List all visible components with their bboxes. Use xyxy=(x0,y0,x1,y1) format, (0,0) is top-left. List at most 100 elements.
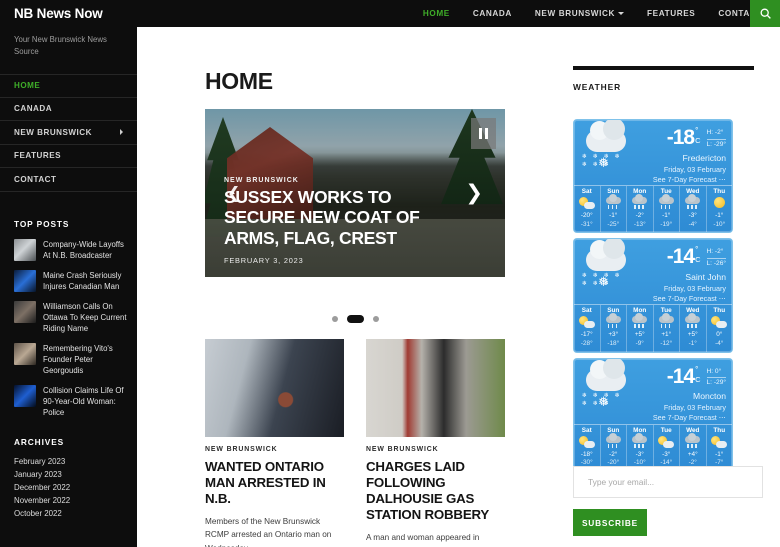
top-post-title[interactable]: Remembering Vito's Founder Peter Georgou… xyxy=(43,343,127,376)
forecast-day-name: Sat xyxy=(581,307,592,315)
topnav-item-features[interactable]: FEATURES xyxy=(647,9,695,18)
archive-item[interactable]: December 2022 xyxy=(14,482,123,495)
article-card[interactable]: NEW BRUNSWICK WANTED ONTARIO MAN ARRESTE… xyxy=(205,339,344,547)
forecast-day[interactable]: Sun +3° -18° xyxy=(601,305,627,352)
archive-item[interactable]: February 2023 xyxy=(14,456,123,469)
forecast-high: -1° xyxy=(609,212,618,219)
rain-cloud-icon xyxy=(627,432,653,450)
rain-cloud-icon xyxy=(654,194,680,211)
weather-card-info: -14 ° C H: -2° L: -26° Saint John Friday… xyxy=(640,244,726,304)
forecast-day[interactable]: Thu 0° -4° xyxy=(707,305,733,351)
forecast-high: +3° xyxy=(608,331,619,339)
weather-card-info: -18 ° C H: -2° L: -29° Fredericton Frida… xyxy=(640,125,726,185)
forecast-day[interactable]: Thu -1° -10° xyxy=(707,186,733,232)
list-item[interactable]: Williamson Calls On Ottawa To Keep Curre… xyxy=(14,300,127,334)
weather-forecast-row: Sat -17° -28° Sun +3° -18° Mon +5° -9° T… xyxy=(574,304,733,352)
list-item[interactable]: Maine Crash Seriously Injures Canadian M… xyxy=(14,269,127,292)
subscribe-widget: SUBSCRIBE xyxy=(573,466,763,536)
sidebar-item-features[interactable]: FEATURES xyxy=(0,145,137,169)
forecast-day[interactable]: Wed -3° -4° xyxy=(680,186,707,233)
weather-forecast-link[interactable]: See 7-Day Forecast ⋯ xyxy=(640,294,726,303)
forecast-low: -18° xyxy=(607,339,620,347)
forecast-high: -1° xyxy=(662,212,671,219)
archive-item[interactable]: January 2023 xyxy=(14,469,123,482)
rain-cloud-icon xyxy=(627,313,653,330)
topnav-item-home[interactable]: HOME xyxy=(423,9,450,18)
forecast-day[interactable]: Sat -17° -28° xyxy=(574,305,601,352)
forecast-high: +5° xyxy=(634,331,645,339)
topnav-item-new-brunswick[interactable]: NEW BRUNSWICK xyxy=(535,9,625,18)
sidebar-item-new-brunswick[interactable]: NEW BRUNSWICK xyxy=(0,121,137,145)
subscribe-button[interactable]: SUBSCRIBE xyxy=(573,509,647,536)
article-title[interactable]: CHARGES LAID FOLLOWING DALHOUSIE GAS STA… xyxy=(366,459,505,523)
slider-next-arrow[interactable]: ❯ xyxy=(465,182,483,204)
weather-date: Friday, 03 February xyxy=(663,403,726,413)
topnav-item-canada[interactable]: CANADA xyxy=(473,9,512,18)
article-card[interactable]: NEW BRUNSWICK CHARGES LAID FOLLOWING DAL… xyxy=(366,339,505,547)
forecast-day[interactable]: Tue -3° -14° xyxy=(654,424,680,471)
slider-dot-1[interactable] xyxy=(331,316,338,322)
forecast-low: -28° xyxy=(580,339,593,347)
weather-temperature: -18 xyxy=(666,126,695,149)
top-post-title[interactable]: Collision Claims Life Of 90-Year-Old Wom… xyxy=(43,385,127,418)
forecast-day[interactable]: Sat -20° -31° xyxy=(574,186,601,233)
list-item[interactable]: Collision Claims Life Of 90-Year-Old Wom… xyxy=(14,385,127,418)
weather-city: Saint John xyxy=(685,272,726,283)
sidebar-item-features-label: FEATURES xyxy=(14,151,62,161)
snowflake-large-icon: ❅ xyxy=(598,394,609,410)
rain-cloud-icon xyxy=(601,313,627,330)
weather-high: H: 0° xyxy=(706,367,726,379)
forecast-day[interactable]: Wed +4° -2° xyxy=(680,424,707,471)
forecast-day[interactable]: Mon -3° -10° xyxy=(627,424,654,471)
forecast-day[interactable]: Mon -2° -13° xyxy=(627,186,654,233)
article-card-grid: NEW BRUNSWICK WANTED ONTARIO MAN ARRESTE… xyxy=(205,339,547,547)
weather-card-saint-john[interactable]: ❄ ❄ ❄ ❄ ❄ ❄ ❄ ❅ -14 ° C H: -2° L: -26° S… xyxy=(573,238,733,353)
forecast-day-name: Thu xyxy=(713,188,726,195)
pause-icon-bar xyxy=(485,128,488,139)
weather-card-fredericton[interactable]: ❄ ❄ ❄ ❄ ❄ ❄ ❄ ❅ -18 ° C H: -2° L: -29° F… xyxy=(573,119,733,234)
search-button[interactable] xyxy=(750,0,780,27)
forecast-day[interactable]: Sun -1° -25° xyxy=(601,186,627,233)
article-title[interactable]: WANTED ONTARIO MAN ARRESTED IN N.B. xyxy=(205,459,344,507)
forecast-day[interactable]: Thu -1° -7° xyxy=(707,425,733,471)
article-thumbnail-image[interactable] xyxy=(205,339,344,437)
weather-card-moncton[interactable]: ❄ ❄ ❄ ❄ ❄ ❄ ❄ ❅ -14 ° C H: 0° L: -29° Mo… xyxy=(573,357,733,472)
brand-zone: NB News Now xyxy=(0,6,137,21)
article-thumbnail-image[interactable] xyxy=(366,339,505,437)
slide-category[interactable]: NEW BRUNSWICK xyxy=(224,177,457,184)
weather-forecast-link[interactable]: See 7-Day Forecast ⋯ xyxy=(640,175,726,184)
weather-high: H: -2° xyxy=(706,247,726,260)
slider-pause-button[interactable] xyxy=(471,118,496,149)
forecast-day[interactable]: Tue +1° -12° xyxy=(654,305,680,352)
featured-slider[interactable]: ❮ ❯ NEW BRUNSWICK SUSSEX WORKS TO SECURE… xyxy=(205,109,505,277)
forecast-day[interactable]: Sun -2° -20° xyxy=(601,424,627,471)
top-post-title[interactable]: Company-Wide Layoffs At N.B. Broadcaster xyxy=(43,239,127,261)
rain-cloud-icon xyxy=(680,313,706,330)
snowflake-large-icon: ❅ xyxy=(598,156,609,171)
email-input[interactable] xyxy=(573,466,763,498)
archive-item[interactable]: October 2022 xyxy=(14,508,123,521)
sidebar-item-canada[interactable]: CANADA xyxy=(0,98,137,122)
top-post-title[interactable]: Williamson Calls On Ottawa To Keep Curre… xyxy=(43,301,127,334)
article-category[interactable]: NEW BRUNSWICK xyxy=(205,446,344,453)
sidebar-item-home-label: HOME xyxy=(14,81,41,91)
forecast-day[interactable]: Mon +5° -9° xyxy=(627,305,654,352)
sidebar-navigation: HOME CANADA NEW BRUNSWICK FEATURES CONTA… xyxy=(0,74,137,192)
forecast-day[interactable]: Tue -1° -19° xyxy=(654,186,680,233)
forecast-day[interactable]: Wed +5° -1° xyxy=(680,305,707,352)
slide-headline[interactable]: SUSSEX WORKS TO SECURE NEW COAT OF ARMS,… xyxy=(224,187,457,248)
sidebar-item-contact[interactable]: CONTACT xyxy=(0,168,137,192)
slider-dot-2[interactable] xyxy=(346,315,364,323)
top-post-title[interactable]: Maine Crash Seriously Injures Canadian M… xyxy=(43,270,127,292)
forecast-day[interactable]: Sat -18° -30° xyxy=(574,424,601,471)
archive-item[interactable]: November 2022 xyxy=(14,495,123,508)
slider-dot-3[interactable] xyxy=(372,316,379,322)
list-item[interactable]: Company-Wide Layoffs At N.B. Broadcaster xyxy=(14,238,127,261)
forecast-low: -9° xyxy=(635,339,644,347)
weather-forecast-link[interactable]: See 7-Day Forecast ⋯ xyxy=(640,413,726,422)
article-category[interactable]: NEW BRUNSWICK xyxy=(366,446,505,453)
weather-city: Moncton xyxy=(693,391,726,402)
sidebar-item-home[interactable]: HOME xyxy=(0,74,137,98)
top-header-bar: NB News Now HOME CANADA NEW BRUNSWICK FE… xyxy=(0,0,780,27)
list-item[interactable]: Remembering Vito's Founder Peter Georgou… xyxy=(14,343,127,376)
